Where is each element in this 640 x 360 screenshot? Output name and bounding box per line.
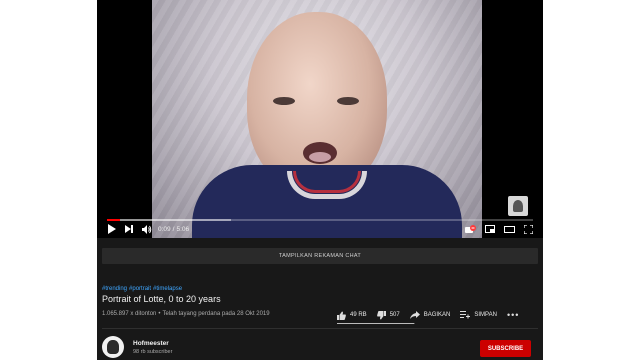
- video-actions: 49 RB 507 BAGIKAN SIMPAN •••: [337, 310, 519, 320]
- divider: [102, 328, 538, 329]
- save-playlist-icon: [460, 311, 471, 319]
- volume-icon[interactable]: [142, 222, 152, 236]
- video-meta: 1.065.897 x ditonton • Telah tayang perd…: [102, 311, 270, 317]
- theater-mode-icon[interactable]: [504, 222, 515, 236]
- watermark-glyph: [513, 200, 523, 212]
- subscriber-count: 98 rb subscriber: [133, 349, 173, 355]
- dislike-button[interactable]: 507: [376, 310, 400, 320]
- mouth: [303, 142, 337, 164]
- youtube-watch-page: 0:09 / 5:06 TAMPILKAN REKAMAN CHAT #tren…: [97, 0, 543, 360]
- player-controls: 0:09 / 5:06: [107, 222, 533, 236]
- save-label: SIMPAN: [474, 312, 497, 318]
- progress-bar[interactable]: [107, 219, 533, 221]
- video-title: Portrait of Lotte, 0 to 20 years: [102, 294, 221, 304]
- chat-replay-label: TAMPILKAN REKAMAN CHAT: [278, 253, 362, 259]
- right-eye: [337, 97, 359, 105]
- hashtag-link[interactable]: #portrait: [129, 286, 151, 292]
- time-display: 0:09 / 5:06: [158, 226, 189, 233]
- next-icon[interactable]: [125, 222, 133, 236]
- channel-avatar[interactable]: [102, 336, 124, 358]
- hashtag-link[interactable]: #trending: [102, 286, 127, 292]
- show-chat-replay-button[interactable]: TAMPILKAN REKAMAN CHAT: [102, 248, 538, 264]
- like-ratio-fill: [337, 323, 415, 324]
- autoplay-toggle-icon[interactable]: [465, 222, 476, 236]
- progress-loaded: [107, 219, 231, 221]
- video-frame[interactable]: [152, 0, 482, 238]
- play-icon[interactable]: [107, 222, 116, 236]
- subscribe-button[interactable]: SUBSCRIBE: [480, 340, 531, 357]
- share-button[interactable]: BAGIKAN: [409, 311, 451, 319]
- progress-played: [107, 219, 120, 221]
- current-time: 0:09: [158, 225, 171, 233]
- thumbs-up-icon: [337, 311, 346, 320]
- hashtag-link[interactable]: #timelapse: [153, 286, 182, 292]
- thumbs-down-icon: [376, 310, 386, 319]
- like-dislike-ratio-bar: [337, 323, 415, 324]
- total-time: 5:06: [176, 225, 190, 233]
- time-separator: /: [172, 225, 175, 233]
- video-player[interactable]: 0:09 / 5:06: [97, 0, 543, 238]
- right-controls: [465, 222, 533, 236]
- share-label: BAGIKAN: [423, 312, 451, 318]
- miniplayer-icon[interactable]: [485, 222, 495, 236]
- avatar-silhouette: [107, 340, 119, 354]
- like-button[interactable]: 49 RB: [337, 311, 367, 320]
- hashtags: #trending #portrait #timelapse: [102, 286, 182, 292]
- left-eye: [273, 97, 295, 105]
- dislike-count: 507: [389, 312, 400, 318]
- share-icon: [409, 311, 420, 319]
- channel-watermark-icon[interactable]: [508, 196, 528, 216]
- tongue: [309, 152, 331, 162]
- channel-name[interactable]: Hofmeester: [133, 340, 169, 347]
- like-count: 49 RB: [350, 312, 367, 318]
- view-count: 1.065.897 x ditonton: [102, 311, 157, 317]
- more-actions-button[interactable]: •••: [507, 310, 519, 320]
- meta-separator: •: [158, 311, 161, 317]
- save-button[interactable]: SIMPAN: [460, 311, 497, 319]
- fullscreen-icon[interactable]: [524, 222, 533, 236]
- premiere-date: Telah tayang perdana pada 28 Okt 2019: [162, 311, 270, 317]
